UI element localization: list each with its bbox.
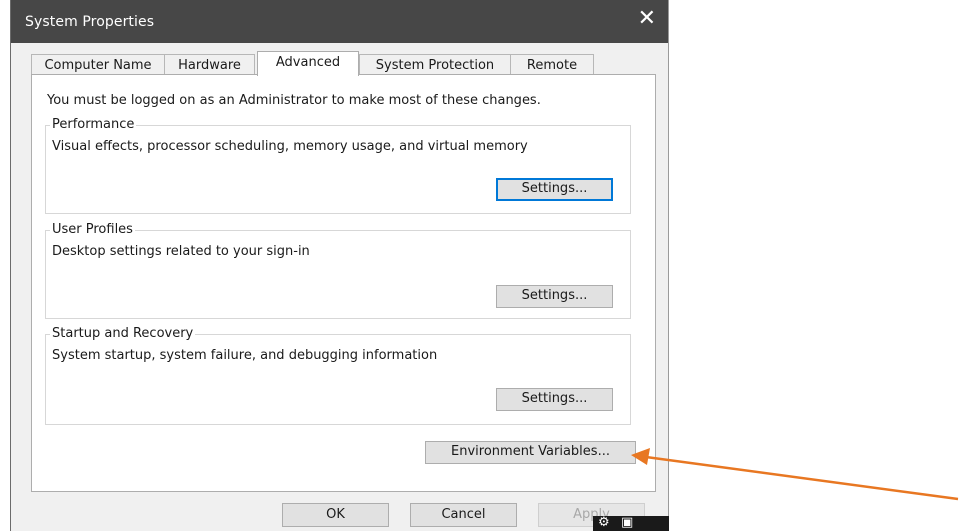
arrow-shaft (645, 455, 959, 501)
tab-advanced[interactable]: Advanced (257, 51, 359, 76)
arrow-head (631, 448, 650, 465)
arrow-annotation-icon (631, 448, 959, 501)
